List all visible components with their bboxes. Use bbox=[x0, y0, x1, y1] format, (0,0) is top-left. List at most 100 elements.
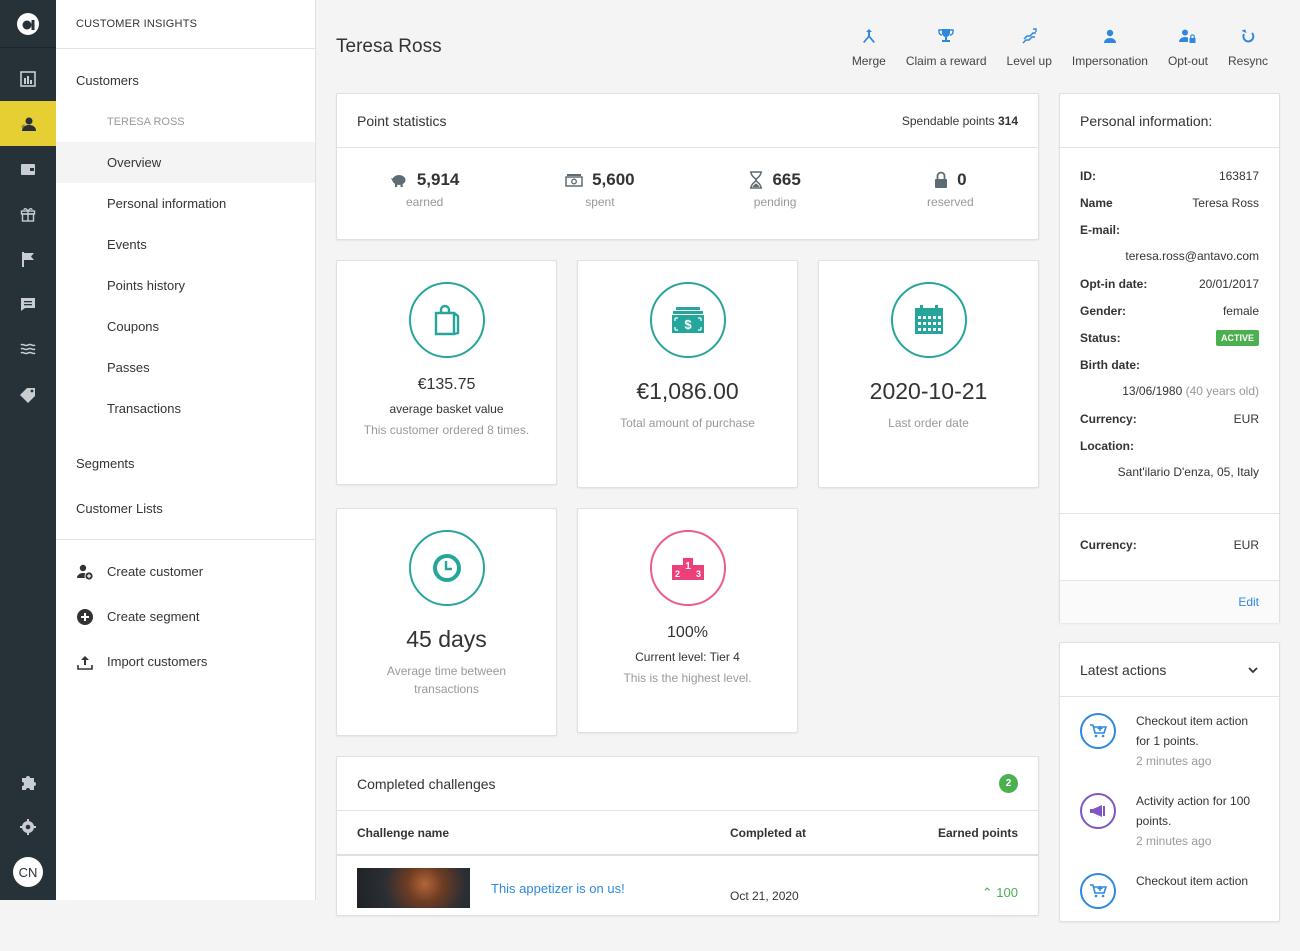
spendable-points: Spendable points 314 bbox=[902, 114, 1018, 128]
svg-text:3: 3 bbox=[695, 569, 700, 579]
col-completed-at[interactable]: Completed at bbox=[730, 826, 880, 840]
age: (40 years old) bbox=[1185, 384, 1259, 398]
action-time: 2 minutes ago bbox=[1136, 834, 1212, 848]
total-purchase-label: Total amount of purchase bbox=[620, 416, 755, 430]
nav-events[interactable]: Events bbox=[56, 224, 315, 265]
birth-date-value: 13/06/1980 (40 years old) bbox=[1080, 378, 1259, 405]
impersonation-button[interactable]: Impersonation bbox=[1062, 25, 1158, 68]
create-segment-button[interactable]: Create segment bbox=[56, 594, 315, 639]
last-order-card: 2020-10-21 Last order date bbox=[818, 260, 1039, 488]
challenge-earned-points: ⌃ 100 bbox=[880, 868, 1018, 908]
latest-actions-title: Latest actions bbox=[1080, 661, 1167, 678]
average-time-value: 45 days bbox=[406, 626, 487, 652]
gender-value: female bbox=[1222, 303, 1259, 318]
arrow-up-icon: ⌃ bbox=[981, 885, 993, 900]
rail-coupons[interactable] bbox=[0, 371, 56, 416]
stairs-icon bbox=[1022, 28, 1037, 44]
lock-icon bbox=[935, 171, 948, 188]
action-time: 2 minutes ago bbox=[1136, 754, 1212, 768]
resync-label: Resync bbox=[1227, 54, 1268, 68]
action-text: Checkout item action bbox=[1136, 874, 1249, 888]
stat-spent-value: 5,600 bbox=[592, 170, 635, 189]
average-time-card: 45 days Average time between transaction… bbox=[336, 508, 557, 736]
nav-customer-lists[interactable]: Customer Lists bbox=[56, 486, 315, 531]
main-content: Teresa Ross Merge Claim a reward Level u… bbox=[316, 0, 1300, 922]
rail-gifts[interactable] bbox=[0, 191, 56, 236]
resync-button[interactable]: Resync bbox=[1218, 25, 1278, 68]
total-purchase-value: €1,086.00 bbox=[636, 378, 739, 404]
trophy-icon bbox=[938, 29, 954, 42]
col-earned-points[interactable]: Earned points bbox=[880, 826, 1018, 840]
stat-earned-value: 5,914 bbox=[416, 170, 460, 189]
average-time-label: Average time between transactions bbox=[386, 664, 507, 696]
rail-streams[interactable] bbox=[0, 326, 56, 371]
rail-settings[interactable] bbox=[0, 804, 56, 849]
personal-information-card: Personal information: ID: 163817 Name Tere… bbox=[1059, 93, 1280, 623]
shopping-bag-icon bbox=[434, 304, 459, 336]
action-text: Checkout item action for 1 points. bbox=[1136, 714, 1249, 748]
nav-overview[interactable]: Overview bbox=[56, 142, 315, 183]
money-icon bbox=[565, 174, 583, 187]
nav-personal-information[interactable]: Personal information bbox=[56, 183, 315, 224]
nav-points-history[interactable]: Points history bbox=[56, 265, 315, 306]
gender-label: Gender: bbox=[1080, 303, 1127, 318]
merge-button[interactable]: Merge bbox=[842, 25, 896, 68]
user-avatar[interactable]: CN bbox=[13, 857, 43, 887]
antavo-logo-icon bbox=[17, 12, 39, 35]
claim-reward-button[interactable]: Claim a reward bbox=[896, 25, 997, 68]
stat-spent-label: spent bbox=[585, 195, 615, 209]
app-logo[interactable] bbox=[0, 0, 56, 48]
status-label: Status: bbox=[1080, 330, 1121, 345]
add-person-icon bbox=[77, 564, 93, 580]
import-customers-button[interactable]: Import customers bbox=[56, 639, 315, 684]
rail-dashboard[interactable] bbox=[0, 56, 56, 101]
plus-circle-icon bbox=[77, 608, 93, 625]
average-basket-note: This customer ordered 8 times. bbox=[363, 423, 530, 437]
currency-value: EUR bbox=[1233, 411, 1259, 426]
opt-out-button[interactable]: Opt-out bbox=[1158, 25, 1218, 68]
completed-challenges-card: Completed challenges 2 Challenge name Co… bbox=[336, 756, 1039, 916]
create-customer-button[interactable]: Create customer bbox=[56, 549, 315, 594]
nav-passes[interactable]: Passes bbox=[56, 347, 315, 388]
nav-coupons[interactable]: Coupons bbox=[56, 306, 315, 347]
nav-segments[interactable]: Segments bbox=[56, 441, 315, 486]
wallet-icon bbox=[21, 163, 35, 175]
currency2-label: Currency: bbox=[1080, 537, 1137, 552]
optin-label: Opt-in date: bbox=[1080, 276, 1148, 291]
birth-date: 13/06/1980 bbox=[1122, 384, 1183, 398]
edit-link[interactable]: Edit bbox=[1238, 595, 1259, 609]
svg-text:2: 2 bbox=[674, 569, 679, 579]
page-title: Teresa Ross bbox=[336, 36, 442, 57]
birth-date-label: Birth date: bbox=[1080, 357, 1140, 372]
average-basket-value: €135.75 bbox=[417, 376, 476, 393]
svg-text:1: 1 bbox=[685, 561, 691, 572]
rail-challenges[interactable] bbox=[0, 236, 56, 281]
puzzle-icon bbox=[22, 775, 36, 790]
col-challenge-name[interactable]: Challenge name bbox=[357, 826, 730, 840]
podium-icon: 12 3 bbox=[671, 558, 704, 580]
piggy-bank-icon bbox=[390, 175, 406, 187]
rail-messages[interactable] bbox=[0, 281, 56, 326]
stat-spent: 5,600 spent bbox=[512, 170, 687, 209]
rail-integrations[interactable] bbox=[0, 759, 56, 804]
svg-text:$: $ bbox=[684, 317, 692, 332]
total-purchase-card: $ €1,086.00 Total amount of purchase bbox=[577, 260, 798, 488]
current-level-card: 12 3 100% Current level: Tier 4 This is t… bbox=[577, 508, 798, 733]
challenge-name-link[interactable]: This appetizer is on us! bbox=[470, 868, 730, 908]
megaphone-icon bbox=[1090, 805, 1105, 817]
customer-actions-toolbar: Merge Claim a reward Level up Impersonat… bbox=[842, 25, 1278, 68]
customers-icon bbox=[21, 117, 36, 131]
dashboard-icon bbox=[20, 70, 36, 87]
chevron-down-icon[interactable] bbox=[1247, 666, 1259, 674]
nav-transactions[interactable]: Transactions bbox=[56, 388, 315, 429]
rail-customers[interactable] bbox=[0, 101, 56, 146]
list-item: Checkout item action bbox=[1080, 871, 1259, 951]
challenge-points-value: 100 bbox=[996, 885, 1018, 900]
level-progress-value: 100% bbox=[667, 624, 708, 641]
challenge-thumbnail bbox=[357, 868, 470, 908]
level-up-button[interactable]: Level up bbox=[997, 25, 1062, 68]
nav-customers[interactable]: Customers bbox=[56, 60, 315, 101]
point-statistics-card: Point statistics Spendable points 314 5,… bbox=[336, 93, 1039, 240]
stat-pending-label: pending bbox=[753, 195, 797, 209]
rail-wallet[interactable] bbox=[0, 146, 56, 191]
